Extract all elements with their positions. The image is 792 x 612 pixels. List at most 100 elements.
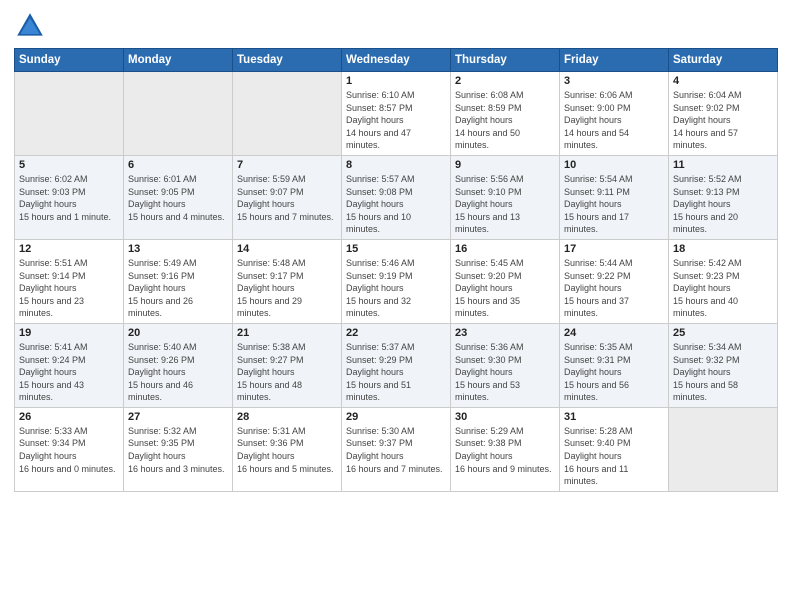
day-number: 3 xyxy=(564,75,664,87)
calendar-cell xyxy=(669,407,778,491)
day-info: Sunrise: 5:35 AMSunset: 9:31 PMDaylight … xyxy=(564,341,664,404)
day-number: 23 xyxy=(455,327,555,339)
calendar-cell: 27Sunrise: 5:32 AMSunset: 9:35 PMDayligh… xyxy=(124,407,233,491)
calendar-header: Sunday Monday Tuesday Wednesday Thursday… xyxy=(15,49,778,72)
day-info: Sunrise: 5:52 AMSunset: 9:13 PMDaylight … xyxy=(673,173,773,236)
header-friday: Friday xyxy=(560,49,669,72)
page: Sunday Monday Tuesday Wednesday Thursday… xyxy=(0,0,792,612)
day-number: 5 xyxy=(19,159,119,171)
day-info: Sunrise: 5:34 AMSunset: 9:32 PMDaylight … xyxy=(673,341,773,404)
calendar-cell: 5Sunrise: 6:02 AMSunset: 9:03 PMDaylight… xyxy=(15,155,124,239)
calendar-cell: 29Sunrise: 5:30 AMSunset: 9:37 PMDayligh… xyxy=(342,407,451,491)
calendar-cell: 28Sunrise: 5:31 AMSunset: 9:36 PMDayligh… xyxy=(233,407,342,491)
day-info: Sunrise: 5:38 AMSunset: 9:27 PMDaylight … xyxy=(237,341,337,404)
calendar-cell: 12Sunrise: 5:51 AMSunset: 9:14 PMDayligh… xyxy=(15,239,124,323)
calendar-cell: 30 Sunrise: 5:29 AMSunset: 9:38 PMDayligh… xyxy=(451,407,560,491)
day-number: 2 xyxy=(455,75,555,87)
day-info: Sunrise: 5:36 AMSunset: 9:30 PMDaylight … xyxy=(455,341,555,404)
day-info: Sunrise: 5:41 AMSunset: 9:24 PMDaylight … xyxy=(19,341,119,404)
day-number: 26 xyxy=(19,411,119,423)
day-info: Sunrise: 5:59 AMSunset: 9:07 PMDaylight … xyxy=(237,173,337,223)
day-info: Sunrise: 5:40 AMSunset: 9:26 PMDaylight … xyxy=(128,341,228,404)
calendar-cell: 25 Sunrise: 5:34 AMSunset: 9:32 PMDayligh… xyxy=(669,323,778,407)
calendar-cell: 6 Sunrise: 6:01 AMSunset: 9:05 PMDaylight… xyxy=(124,155,233,239)
day-number: 11 xyxy=(673,159,773,171)
header xyxy=(14,10,778,42)
calendar-cell: 1 Sunrise: 6:10 AMSunset: 8:57 PMDaylight… xyxy=(342,72,451,156)
calendar-cell: 8 Sunrise: 5:57 AMSunset: 9:08 PMDaylight… xyxy=(342,155,451,239)
day-info: Sunrise: 5:51 AMSunset: 9:14 PMDaylight … xyxy=(19,257,119,320)
day-number: 6 xyxy=(128,159,228,171)
calendar-cell xyxy=(233,72,342,156)
calendar-cell: 24 Sunrise: 5:35 AMSunset: 9:31 PMDayligh… xyxy=(560,323,669,407)
calendar-cell: 9 Sunrise: 5:56 AMSunset: 9:10 PMDaylight… xyxy=(451,155,560,239)
day-info: Sunrise: 6:10 AMSunset: 8:57 PMDaylight … xyxy=(346,89,446,152)
header-wednesday: Wednesday xyxy=(342,49,451,72)
day-info: Sunrise: 6:06 AMSunset: 9:00 PMDaylight … xyxy=(564,89,664,152)
day-number: 30 xyxy=(455,411,555,423)
calendar-cell: 13Sunrise: 5:49 AMSunset: 9:16 PMDayligh… xyxy=(124,239,233,323)
calendar-cell: 20 Sunrise: 5:40 AMSunset: 9:26 PMDayligh… xyxy=(124,323,233,407)
day-number: 9 xyxy=(455,159,555,171)
day-info: Sunrise: 5:44 AMSunset: 9:22 PMDaylight … xyxy=(564,257,664,320)
day-info: Sunrise: 5:32 AMSunset: 9:35 PMDaylight … xyxy=(128,425,228,475)
header-saturday: Saturday xyxy=(669,49,778,72)
day-info: Sunrise: 5:28 AMSunset: 9:40 PMDaylight … xyxy=(564,425,664,488)
calendar-week-0: 1 Sunrise: 6:10 AMSunset: 8:57 PMDaylight… xyxy=(15,72,778,156)
calendar-cell: 21 Sunrise: 5:38 AMSunset: 9:27 PMDayligh… xyxy=(233,323,342,407)
calendar-cell: 4Sunrise: 6:04 AMSunset: 9:02 PMDaylight… xyxy=(669,72,778,156)
day-info: Sunrise: 6:08 AMSunset: 8:59 PMDaylight … xyxy=(455,89,555,152)
calendar-cell: 18Sunrise: 5:42 AMSunset: 9:23 PMDayligh… xyxy=(669,239,778,323)
calendar-cell: 10Sunrise: 5:54 AMSunset: 9:11 PMDayligh… xyxy=(560,155,669,239)
day-info: Sunrise: 5:42 AMSunset: 9:23 PMDaylight … xyxy=(673,257,773,320)
header-monday: Monday xyxy=(124,49,233,72)
day-number: 15 xyxy=(346,243,446,255)
calendar-week-3: 19Sunrise: 5:41 AMSunset: 9:24 PMDayligh… xyxy=(15,323,778,407)
calendar-cell xyxy=(15,72,124,156)
calendar-cell: 19Sunrise: 5:41 AMSunset: 9:24 PMDayligh… xyxy=(15,323,124,407)
day-number: 31 xyxy=(564,411,664,423)
header-row: Sunday Monday Tuesday Wednesday Thursday… xyxy=(15,49,778,72)
logo-icon xyxy=(14,10,46,42)
header-sunday: Sunday xyxy=(15,49,124,72)
logo xyxy=(14,10,52,42)
calendar-week-1: 5Sunrise: 6:02 AMSunset: 9:03 PMDaylight… xyxy=(15,155,778,239)
day-number: 22 xyxy=(346,327,446,339)
calendar-week-2: 12Sunrise: 5:51 AMSunset: 9:14 PMDayligh… xyxy=(15,239,778,323)
day-info: Sunrise: 5:54 AMSunset: 9:11 PMDaylight … xyxy=(564,173,664,236)
calendar-cell: 15 Sunrise: 5:46 AMSunset: 9:19 PMDayligh… xyxy=(342,239,451,323)
day-info: Sunrise: 5:33 AMSunset: 9:34 PMDaylight … xyxy=(19,425,119,475)
calendar-body: 1 Sunrise: 6:10 AMSunset: 8:57 PMDaylight… xyxy=(15,72,778,492)
calendar-table: Sunday Monday Tuesday Wednesday Thursday… xyxy=(14,48,778,492)
day-info: Sunrise: 5:46 AMSunset: 9:19 PMDaylight … xyxy=(346,257,446,320)
calendar-cell: 11 Sunrise: 5:52 AMSunset: 9:13 PMDayligh… xyxy=(669,155,778,239)
day-number: 24 xyxy=(564,327,664,339)
day-number: 21 xyxy=(237,327,337,339)
calendar-cell: 23 Sunrise: 5:36 AMSunset: 9:30 PMDayligh… xyxy=(451,323,560,407)
calendar-week-4: 26 Sunrise: 5:33 AMSunset: 9:34 PMDayligh… xyxy=(15,407,778,491)
day-number: 14 xyxy=(237,243,337,255)
day-info: Sunrise: 6:01 AMSunset: 9:05 PMDaylight … xyxy=(128,173,228,223)
day-info: Sunrise: 5:29 AMSunset: 9:38 PMDaylight … xyxy=(455,425,555,475)
day-info: Sunrise: 6:04 AMSunset: 9:02 PMDaylight … xyxy=(673,89,773,152)
calendar-cell: 7 Sunrise: 5:59 AMSunset: 9:07 PMDaylight… xyxy=(233,155,342,239)
day-number: 20 xyxy=(128,327,228,339)
day-info: Sunrise: 5:56 AMSunset: 9:10 PMDaylight … xyxy=(455,173,555,236)
header-tuesday: Tuesday xyxy=(233,49,342,72)
day-number: 28 xyxy=(237,411,337,423)
calendar-cell: 16Sunrise: 5:45 AMSunset: 9:20 PMDayligh… xyxy=(451,239,560,323)
calendar-cell: 2 Sunrise: 6:08 AMSunset: 8:59 PMDaylight… xyxy=(451,72,560,156)
calendar-cell: 22Sunrise: 5:37 AMSunset: 9:29 PMDayligh… xyxy=(342,323,451,407)
day-number: 1 xyxy=(346,75,446,87)
day-number: 7 xyxy=(237,159,337,171)
calendar-cell: 14 Sunrise: 5:48 AMSunset: 9:17 PMDayligh… xyxy=(233,239,342,323)
day-number: 29 xyxy=(346,411,446,423)
day-info: Sunrise: 5:49 AMSunset: 9:16 PMDaylight … xyxy=(128,257,228,320)
day-number: 8 xyxy=(346,159,446,171)
day-number: 17 xyxy=(564,243,664,255)
day-number: 25 xyxy=(673,327,773,339)
calendar-cell: 31 Sunrise: 5:28 AMSunset: 9:40 PMDayligh… xyxy=(560,407,669,491)
calendar-cell: 26 Sunrise: 5:33 AMSunset: 9:34 PMDayligh… xyxy=(15,407,124,491)
day-info: Sunrise: 5:48 AMSunset: 9:17 PMDaylight … xyxy=(237,257,337,320)
day-info: Sunrise: 5:57 AMSunset: 9:08 PMDaylight … xyxy=(346,173,446,236)
